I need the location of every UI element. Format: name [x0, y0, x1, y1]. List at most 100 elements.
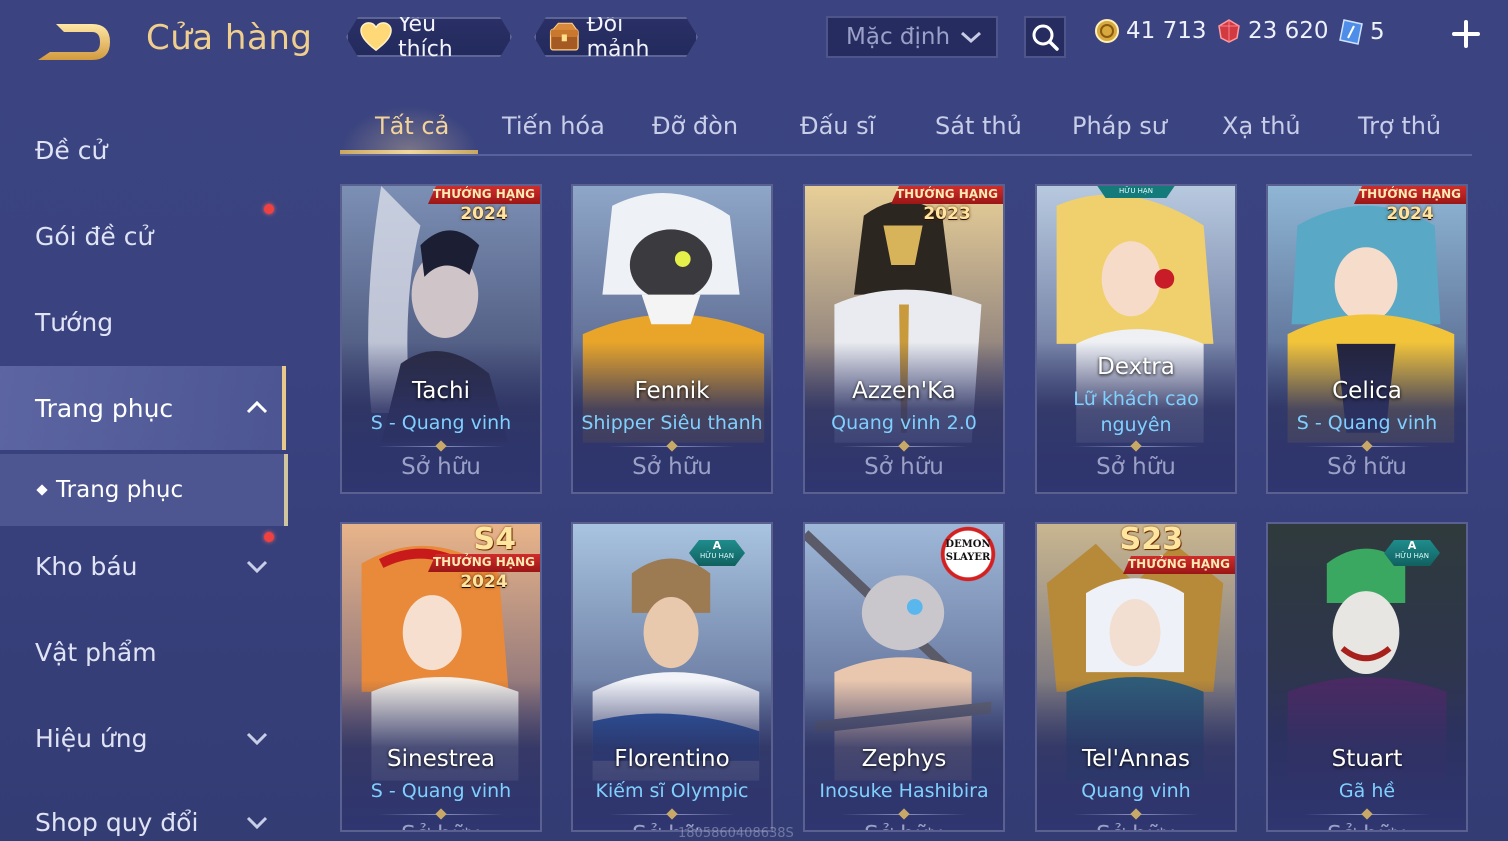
sidebar-item-label: Trang phục — [35, 393, 174, 423]
owned-status: Sở hữu — [805, 822, 1003, 830]
tab-fighter[interactable]: Đấu sĩ — [800, 112, 875, 140]
skin-card-stuart[interactable]: A HỮU HẠN Stuart Gã hề Sở hữu — [1266, 522, 1468, 832]
skin-card-zephys[interactable]: DEMON SLAYER Zephys Inosuke Hashibira Sở… — [803, 522, 1005, 832]
tab-all[interactable]: Tất cả — [375, 112, 449, 140]
owned-status: Sở hữu — [1268, 822, 1466, 830]
tab-assassin[interactable]: Sát thủ — [935, 112, 1022, 140]
category-tabs: Tất cả Tiến hóa Đỡ đòn Đấu sĩ Sát thủ Ph… — [340, 106, 1472, 156]
sidebar-item-effects[interactable]: Hiệu ứng — [0, 696, 286, 780]
sidebar-item-bundles[interactable]: Gói đề cử — [0, 194, 286, 278]
tab-marksman[interactable]: Xạ thủ — [1222, 112, 1301, 140]
skin-card-celica[interactable]: THƯỞNG HẠNG 2024 Celica S - Quang vinh S… — [1266, 184, 1468, 494]
rank-reward-badge: THƯỞNG HẠNG — [1123, 556, 1235, 578]
sidebar-item-treasure[interactable]: Kho báu — [0, 524, 286, 608]
hero-name: Sinestrea — [387, 746, 495, 772]
voucher-icon — [1339, 19, 1363, 45]
sidebar-item-label: Đề cử — [35, 135, 108, 165]
sidebar-item-skins[interactable]: Trang phục — [0, 366, 286, 450]
rank-reward-badge: THƯỞNG HẠNG 2023 — [891, 186, 1003, 226]
diamond-bullet-icon — [36, 484, 48, 496]
owned-status: Sở hữu — [401, 454, 481, 480]
rank-badge-year: 2023 — [923, 204, 971, 224]
skin-card-telannas[interactable]: S23 THƯỞNG HẠNG Tel'Annas Quang vinh Sở … — [1035, 522, 1237, 832]
rank-badge-label: THƯỞNG HẠNG — [895, 187, 999, 201]
rank-reward-badge: THƯỞNG HẠNG 2024 — [428, 554, 540, 594]
limited-label: HỮU HẠN — [1395, 552, 1429, 560]
card-divider — [841, 440, 967, 452]
skin-name: Lữ khách cao nguyên — [1073, 388, 1199, 436]
card-divider — [1304, 808, 1430, 820]
hero-name: Florentino — [614, 746, 730, 772]
tab-active-underline — [340, 150, 478, 154]
collab-label: DEMON SLAYER — [945, 539, 991, 563]
search-button[interactable] — [1024, 16, 1066, 58]
owned-status: Sở hữu — [1096, 454, 1176, 480]
tier-a-badge: A HỮU HẠN — [1384, 540, 1440, 566]
sidebar-subitem-label: Trang phục — [56, 477, 184, 503]
rank-badge-label: THƯỞNG HẠNG — [1127, 557, 1231, 571]
chevron-down-icon — [246, 732, 268, 746]
skin-name: Shipper Siêu thanh — [581, 412, 763, 434]
skin-card-fennik[interactable]: Fennik Shipper Siêu thanh Sở hữu — [571, 184, 773, 494]
skin-card-sinestrea[interactable]: THƯỞNG HẠNG 2024 S4 Sinestrea S - Quang … — [340, 522, 542, 832]
exchange-shards-button[interactable]: Đổi mảnh — [534, 17, 698, 57]
gold-amount: 41 713 — [1126, 18, 1207, 44]
search-icon — [1032, 24, 1059, 51]
rank-reward-badge: THƯỞNG HẠNG 2024 — [428, 186, 540, 226]
chevron-down-icon — [246, 816, 268, 830]
skin-name: Quang vinh 2.0 — [831, 412, 977, 434]
chest-icon — [548, 20, 581, 54]
watermark-id: 1805860408638S — [678, 826, 794, 841]
card-divider — [609, 808, 735, 820]
limited-label: HỮU HẠN — [700, 552, 734, 560]
owned-status: Sở hữu — [864, 454, 944, 480]
plus-icon[interactable] — [1450, 18, 1482, 50]
back-arrow-icon[interactable] — [34, 20, 116, 64]
skin-name: S - Quang vinh — [370, 780, 512, 802]
sidebar-item-label: Vật phẩm — [35, 637, 157, 667]
hero-name: Tachi — [412, 378, 470, 404]
skin-name: Quang vinh — [1081, 780, 1191, 802]
gold-coin-icon — [1095, 19, 1119, 43]
notification-dot — [264, 204, 274, 214]
skin-card-tachi[interactable]: THƯỞNG HẠNG 2024 Tachi S - Quang vinh Sở… — [340, 184, 542, 494]
hero-name: Stuart — [1331, 746, 1403, 772]
page-title: Cửa hàng — [146, 18, 313, 58]
skin-card-azzenka[interactable]: THƯỞNG HẠNG 2023 Azzen'Ka Quang vinh 2.0… — [803, 184, 1005, 494]
sidebar-subitem-skins[interactable]: Trang phục — [0, 454, 288, 526]
skin-name: S - Quang vinh — [370, 412, 512, 434]
card-divider — [378, 440, 504, 452]
owned-status: Sở hữu — [632, 454, 712, 480]
sidebar-item-label: Shop quy đổi — [35, 807, 199, 837]
chevron-down-icon — [246, 560, 268, 574]
ruby-gem-icon — [1218, 19, 1240, 43]
skin-name: Gã hề — [1338, 780, 1396, 802]
sidebar-item-items[interactable]: Vật phẩm — [0, 610, 286, 694]
rank-reward-badge: THƯỞNG HẠNG 2024 — [1354, 186, 1466, 226]
gold-balance: 41 713 — [1094, 18, 1206, 44]
tab-support[interactable]: Trợ thủ — [1358, 112, 1441, 140]
skin-card-florentino[interactable]: A HỮU HẠN Florentino Kiếm sĩ Olympic Sở … — [571, 522, 773, 832]
tab-evolution[interactable]: Tiến hóa — [502, 112, 605, 140]
sort-dropdown[interactable]: Mặc định — [826, 16, 998, 58]
season-badge: S4 — [473, 522, 516, 557]
sort-value: Mặc định — [846, 24, 951, 50]
card-divider — [609, 440, 735, 452]
favorites-label: Yêu thích — [398, 12, 453, 62]
tab-tank[interactable]: Đỡ đòn — [652, 112, 738, 140]
hero-name: Celica — [1332, 378, 1402, 404]
hero-name: Fennik — [634, 378, 710, 404]
skin-name: Inosuke Hashibira — [819, 780, 989, 802]
owned-status: Sở hữu — [1037, 822, 1235, 830]
rank-badge-year: 2024 — [1386, 204, 1434, 224]
sidebar-item-recommended[interactable]: Đề cử — [0, 108, 286, 192]
sidebar-item-exchange-shop[interactable]: Shop quy đổi — [0, 780, 286, 841]
tab-mage[interactable]: Pháp sư — [1072, 112, 1167, 140]
sidebar-item-heroes[interactable]: Tướng — [0, 280, 286, 364]
favorites-button[interactable]: Yêu thích — [346, 17, 512, 57]
skin-card-dextra[interactable]: HỮU HẠN Dextra Lữ khách cao nguyên Sở hữ… — [1035, 184, 1237, 494]
hero-name: Azzen'Ka — [852, 378, 956, 404]
sidebar-item-label: Tướng — [35, 307, 114, 337]
notification-dot — [264, 532, 274, 542]
rank-badge-year: 2024 — [460, 204, 508, 224]
